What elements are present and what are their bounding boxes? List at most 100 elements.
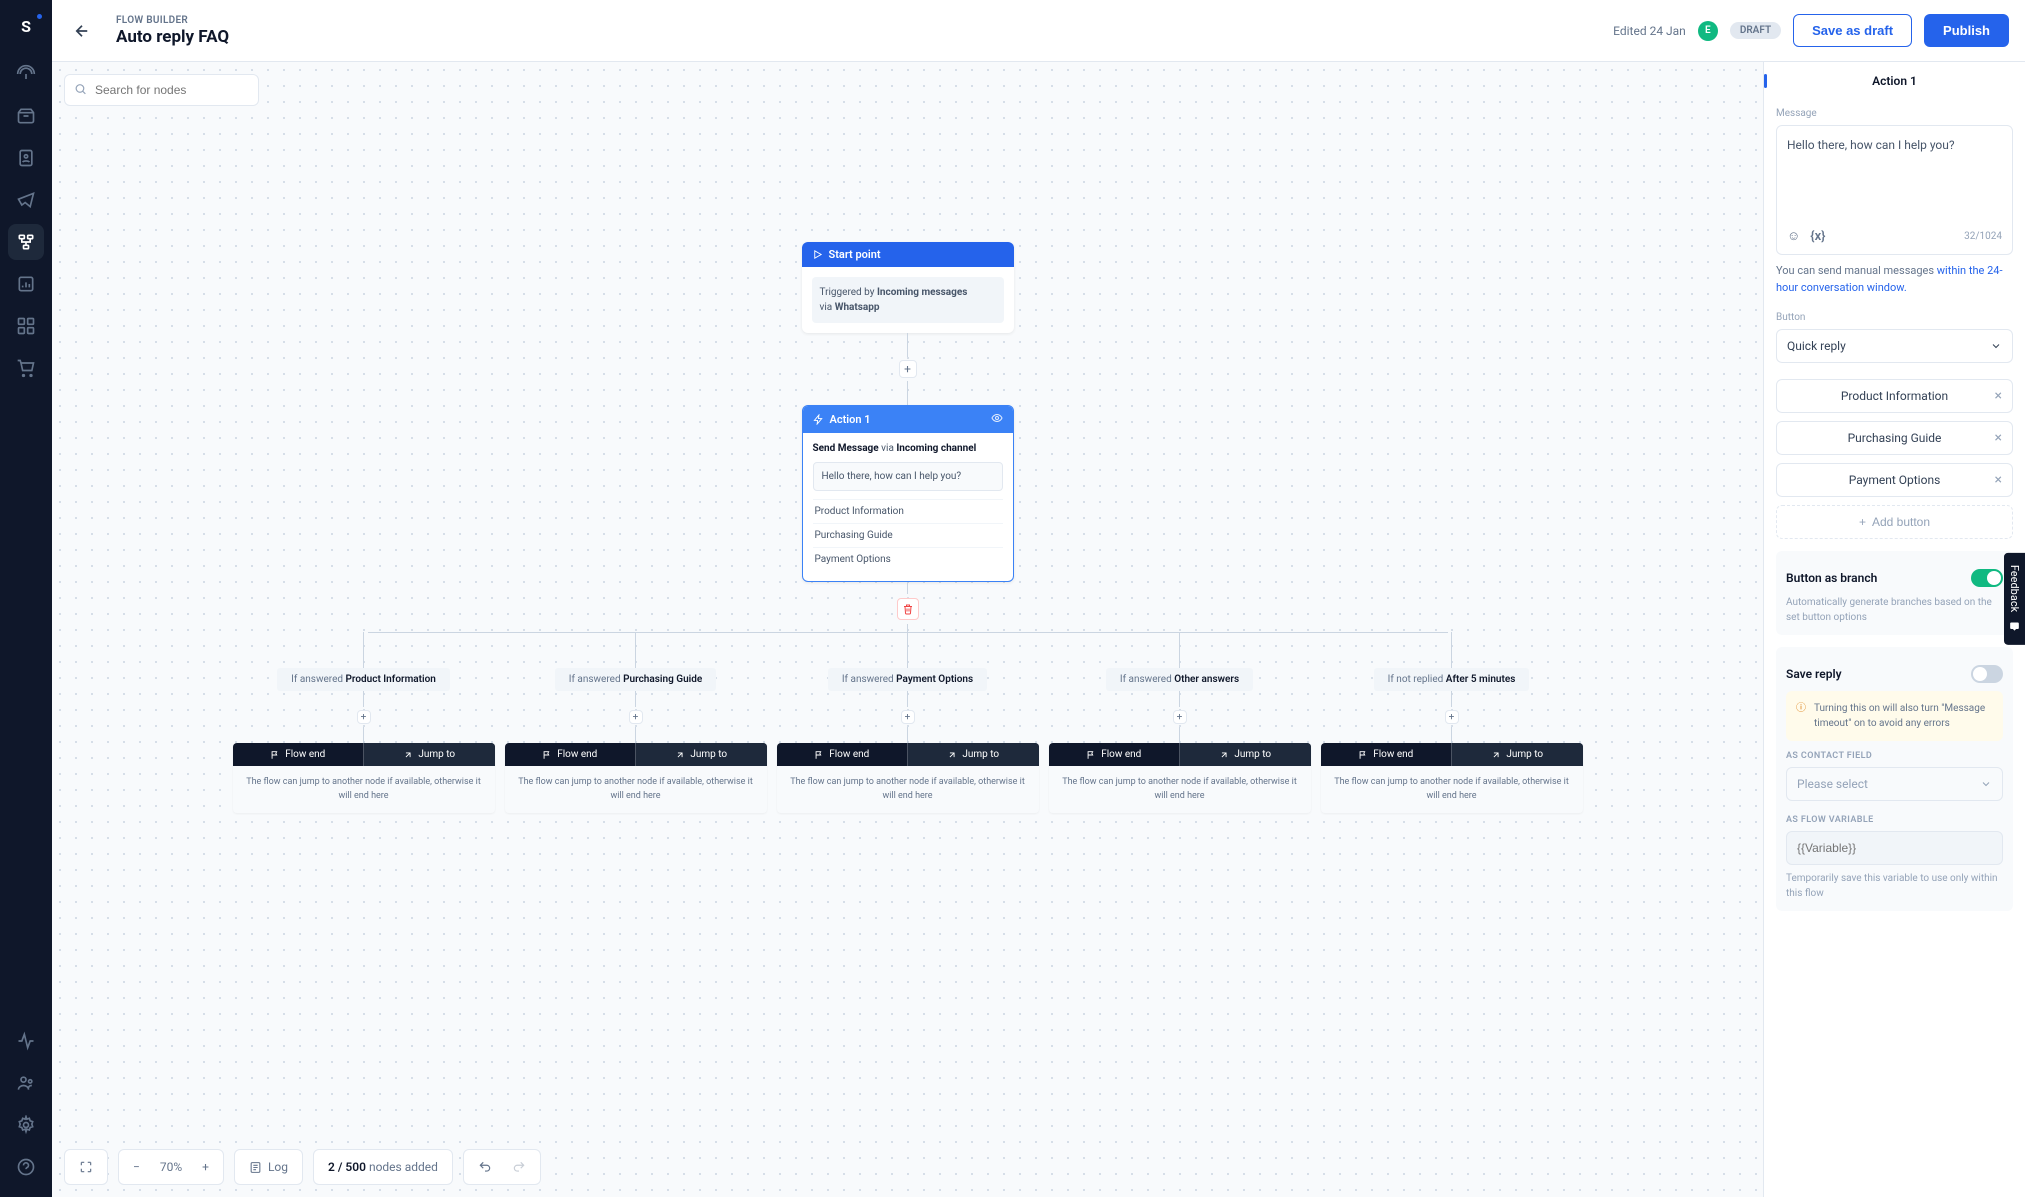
quick-reply-button[interactable]: Purchasing Guide × bbox=[1776, 421, 2013, 455]
jump-to-button[interactable]: Jump to bbox=[907, 743, 1039, 766]
back-button[interactable] bbox=[68, 17, 96, 45]
branch-toggle-desc: Automatically generate branches based on… bbox=[1786, 595, 2003, 625]
flow-var-label: AS FLOW VARIABLE bbox=[1786, 815, 2003, 825]
sidebar-item-activity[interactable] bbox=[8, 1023, 44, 1059]
flow-var-hint: Temporarily save this variable to use on… bbox=[1786, 871, 2003, 901]
sidebar-item-broadcast[interactable] bbox=[8, 56, 44, 92]
sidebar-item-integrations[interactable] bbox=[8, 308, 44, 344]
publish-button[interactable]: Publish bbox=[1924, 14, 2009, 47]
branch-toggle[interactable] bbox=[1971, 569, 2003, 587]
page-title: Auto reply FAQ bbox=[116, 27, 1593, 47]
contact-field-label: AS CONTACT FIELD bbox=[1786, 751, 2003, 761]
action-description: Send Message via Incoming channel bbox=[813, 443, 1003, 454]
app-logo[interactable]: S bbox=[12, 12, 40, 40]
flow-end-node[interactable]: Flow endJump toThe flow can jump to anot… bbox=[777, 743, 1039, 813]
branch-label: If answered Purchasing Guide bbox=[555, 668, 717, 691]
flow-canvas[interactable]: Start point Triggered by Incoming messag… bbox=[52, 62, 1763, 1197]
save-reply-label: Save reply bbox=[1786, 667, 1842, 681]
add-node-button[interactable]: + bbox=[899, 360, 917, 378]
jump-to-button[interactable]: Jump to bbox=[1451, 743, 1583, 766]
zoom-in-button[interactable]: + bbox=[192, 1150, 219, 1184]
sidebar-item-contacts[interactable] bbox=[8, 140, 44, 176]
sidebar-item-inbox[interactable] bbox=[8, 98, 44, 134]
add-node-button[interactable]: + bbox=[1445, 710, 1459, 724]
emoji-picker-icon[interactable]: ☺ bbox=[1787, 228, 1800, 244]
sidebar-item-commerce[interactable] bbox=[8, 350, 44, 386]
add-reply-button[interactable]: +Add button bbox=[1776, 505, 2013, 539]
node-count: 2 / 500 nodes added bbox=[318, 1160, 448, 1174]
add-node-button[interactable]: + bbox=[901, 710, 915, 724]
search-input[interactable] bbox=[64, 74, 259, 106]
properties-panel: Action 1 Message Hello there, how can I … bbox=[1763, 62, 2025, 1197]
flow-end-node[interactable]: Flow endJump toThe flow can jump to anot… bbox=[505, 743, 767, 813]
quick-reply-button[interactable]: Payment Options × bbox=[1776, 463, 2013, 497]
page-header: FLOW BUILDER Auto reply FAQ Edited 24 Ja… bbox=[52, 0, 2025, 62]
save-reply-toggle[interactable] bbox=[1971, 665, 2003, 683]
zoom-level: 70% bbox=[150, 1160, 192, 1174]
remove-button-icon[interactable]: × bbox=[1995, 388, 2002, 404]
button-type-select[interactable]: Quick reply bbox=[1776, 329, 2013, 363]
sidebar-item-campaigns[interactable] bbox=[8, 182, 44, 218]
status-badge: DRAFT bbox=[1730, 22, 1781, 39]
action-option: Purchasing Guide bbox=[813, 523, 1003, 547]
breadcrumb: FLOW BUILDER bbox=[116, 15, 1593, 26]
flow-end-desc: The flow can jump to another node if ava… bbox=[1049, 766, 1311, 813]
feedback-tab[interactable]: Feedback bbox=[2004, 552, 2025, 644]
zoom-out-button[interactable]: − bbox=[123, 1150, 150, 1184]
flow-end-desc: The flow can jump to another node if ava… bbox=[777, 766, 1039, 813]
info-icon: ⓘ bbox=[1796, 701, 1806, 731]
add-node-button[interactable]: + bbox=[1173, 710, 1187, 724]
sidebar-item-help[interactable] bbox=[8, 1149, 44, 1185]
sidebar-item-settings[interactable] bbox=[8, 1107, 44, 1143]
chevron-down-icon bbox=[1980, 778, 1992, 790]
branch-toggle-label: Button as branch bbox=[1786, 571, 1877, 585]
contact-field-select[interactable]: Please select bbox=[1786, 767, 2003, 801]
search-icon bbox=[74, 81, 87, 100]
save-reply-warning: ⓘ Turning this on will also turn "Messag… bbox=[1786, 691, 2003, 741]
flow-end-desc: The flow can jump to another node if ava… bbox=[233, 766, 495, 813]
flow-end-node[interactable]: Flow endJump toThe flow can jump to anot… bbox=[1321, 743, 1583, 813]
add-node-button[interactable]: + bbox=[357, 710, 371, 724]
flow-variable-input[interactable] bbox=[1786, 831, 2003, 865]
jump-to-button[interactable]: Jump to bbox=[1179, 743, 1311, 766]
action-message-preview: Hello there, how can I help you? bbox=[813, 462, 1003, 491]
start-node[interactable]: Start point Triggered by Incoming messag… bbox=[802, 242, 1014, 333]
jump-to-button[interactable]: Jump to bbox=[363, 743, 495, 766]
chevron-down-icon bbox=[1990, 340, 2002, 352]
action-option: Payment Options bbox=[813, 547, 1003, 571]
flow-end-desc: The flow can jump to another node if ava… bbox=[505, 766, 767, 813]
delete-node-button[interactable] bbox=[897, 598, 919, 620]
start-node-title: Start point bbox=[829, 248, 881, 261]
message-textarea[interactable]: Hello there, how can I help you? ☺ {x} 3… bbox=[1776, 125, 2013, 255]
branch-label: If not replied After 5 minutes bbox=[1374, 668, 1530, 691]
bottom-toolbar: − 70% + Log 2 / 500 nodes added bbox=[64, 1149, 541, 1185]
fullscreen-button[interactable] bbox=[69, 1150, 103, 1184]
branch-label: If answered Other answers bbox=[1106, 668, 1253, 691]
action-node-title: Action 1 bbox=[830, 413, 871, 426]
sidebar-item-reports[interactable] bbox=[8, 266, 44, 302]
add-node-button[interactable]: + bbox=[629, 710, 643, 724]
action-node[interactable]: Action 1 Send Message via Incoming chann… bbox=[802, 405, 1014, 582]
remove-button-icon[interactable]: × bbox=[1995, 472, 2002, 488]
variable-insert-icon[interactable]: {x} bbox=[1810, 229, 1825, 244]
sidebar-item-flow[interactable] bbox=[8, 224, 44, 260]
edited-label: Edited 24 Jan bbox=[1613, 24, 1686, 38]
flow-end-node[interactable]: Flow endJump toThe flow can jump to anot… bbox=[1049, 743, 1311, 813]
flow-end-desc: The flow can jump to another node if ava… bbox=[1321, 766, 1583, 813]
sidebar-item-team[interactable] bbox=[8, 1065, 44, 1101]
flow-end-node[interactable]: Flow endJump toThe flow can jump to anot… bbox=[233, 743, 495, 813]
log-button[interactable]: Log bbox=[239, 1150, 298, 1184]
jump-to-button[interactable]: Jump to bbox=[635, 743, 767, 766]
char-count: 32/1024 bbox=[1964, 231, 2002, 242]
redo-button[interactable] bbox=[502, 1150, 536, 1184]
editor-avatar[interactable]: E bbox=[1698, 21, 1718, 41]
branch-label: If answered Product Information bbox=[277, 668, 450, 691]
button-label: Button bbox=[1776, 312, 2013, 323]
panel-tab[interactable]: Action 1 bbox=[1764, 62, 2025, 100]
preview-icon[interactable] bbox=[991, 412, 1003, 427]
message-label: Message bbox=[1776, 108, 2013, 119]
save-draft-button[interactable]: Save as draft bbox=[1793, 14, 1912, 47]
remove-button-icon[interactable]: × bbox=[1995, 430, 2002, 446]
undo-button[interactable] bbox=[468, 1150, 502, 1184]
quick-reply-button[interactable]: Product Information × bbox=[1776, 379, 2013, 413]
